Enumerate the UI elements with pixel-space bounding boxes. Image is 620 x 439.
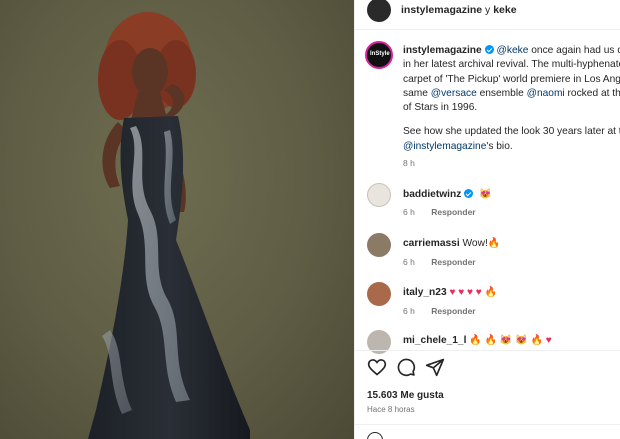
likes-count[interactable]: 15.603 Me gusta	[367, 390, 444, 401]
comment-item: italy_n23 ♥ ♥ ♥ ♥ 🔥 6 h Responder	[355, 282, 620, 326]
caption-time: 8 h	[403, 158, 415, 169]
caption-line3: carpet of 'The Pickup' world premiere in…	[403, 73, 620, 85]
comment-time: 6 h	[403, 257, 415, 267]
mention-naomi[interactable]: @naomi	[527, 88, 565, 99]
post-caption: instylemagazine @keke once again had us …	[403, 44, 620, 170]
comment-emoji: 🔥	[487, 238, 501, 249]
comment-icon[interactable]	[396, 357, 416, 377]
comment-time: 6 h	[403, 306, 415, 316]
post-side-panel: instylemagazine y keke InStyle instylema…	[354, 0, 620, 439]
commenter-username[interactable]: italy_n23	[403, 287, 447, 298]
share-icon[interactable]	[425, 357, 445, 377]
comment-emoji: ♥	[458, 287, 465, 298]
comment-emoji: 😻	[515, 335, 528, 346]
comment-emoji: ♥	[467, 287, 473, 298]
caption-line4-c: rocked at the	[567, 87, 620, 99]
caption-avatar-label: InStyle	[370, 51, 390, 57]
mention-instylemagazine[interactable]: @instylemagazine	[403, 141, 486, 152]
emoji-picker-icon[interactable]	[367, 432, 383, 439]
caption-line1: once again had us do	[528, 45, 620, 56]
collaborator-username[interactable]: keke	[493, 4, 516, 16]
model-illustration	[88, 12, 250, 439]
actions-divider	[355, 350, 620, 351]
comment-time: 6 h	[403, 207, 415, 217]
commenter-avatar[interactable]	[367, 282, 391, 306]
author-username[interactable]: instylemagazine	[401, 4, 482, 16]
comment-emoji: 😻	[499, 335, 513, 346]
comment-emoji: 🔥	[469, 335, 482, 346]
caption-line5: of Stars in 1996.	[403, 102, 478, 114]
comment-emoji: ♥	[449, 287, 456, 298]
comment-item: carriemassi Wow!🔥 6 h Responder	[355, 233, 620, 277]
caption-line6: See how she updated the look 30 years la…	[403, 126, 620, 138]
comment-emoji: 🔥	[484, 287, 498, 298]
footer-divider	[355, 424, 620, 425]
author-avatar[interactable]	[367, 0, 391, 22]
comment-item: mi_chele_1_l 🔥 🔥 😻 😻 🔥 ♥	[355, 330, 620, 374]
reply-button[interactable]: Responder	[431, 257, 475, 267]
comment-text: Wow!	[462, 238, 488, 249]
commenter-username[interactable]: carriemassi	[403, 238, 460, 249]
commenter-username[interactable]: baddietwinz	[403, 189, 461, 200]
commenter-avatar[interactable]	[367, 183, 391, 207]
commenter-username[interactable]: mi_chele_1_l	[403, 335, 466, 346]
heart-icon[interactable]	[367, 357, 387, 377]
comment-emoji: 🔥	[530, 335, 543, 346]
commenter-avatar[interactable]	[367, 233, 391, 257]
caption-avatar[interactable]: InStyle	[365, 41, 393, 69]
header-divider	[355, 29, 620, 30]
mention-keke[interactable]: @keke	[497, 45, 529, 56]
caption-line2: in her latest archival revival. The mult…	[403, 59, 620, 71]
caption-line7: 's bio.	[486, 140, 513, 152]
post-header: instylemagazine y keke	[401, 4, 517, 16]
comment-item: baddietwinz 😻 6 h Responder	[355, 183, 620, 227]
reply-button[interactable]: Responder	[431, 207, 475, 217]
reply-button[interactable]: Responder	[431, 306, 475, 316]
comment-emoji: 🔥	[484, 335, 498, 346]
mention-versace[interactable]: @versace	[431, 88, 477, 99]
post-age: Hace 8 horas	[367, 405, 415, 414]
header-separator: y	[485, 4, 491, 16]
comment-emoji: ♥	[545, 335, 552, 346]
caption-line4-a: same	[403, 87, 431, 99]
caption-username[interactable]: instylemagazine	[403, 45, 482, 56]
caption-line4-b: ensemble	[476, 87, 527, 99]
comment-emoji: 😻	[479, 189, 492, 200]
post-photo[interactable]	[0, 0, 354, 439]
comment-emoji: ♥	[475, 287, 482, 298]
verified-badge-icon	[464, 189, 474, 198]
verified-badge-icon	[484, 45, 494, 54]
